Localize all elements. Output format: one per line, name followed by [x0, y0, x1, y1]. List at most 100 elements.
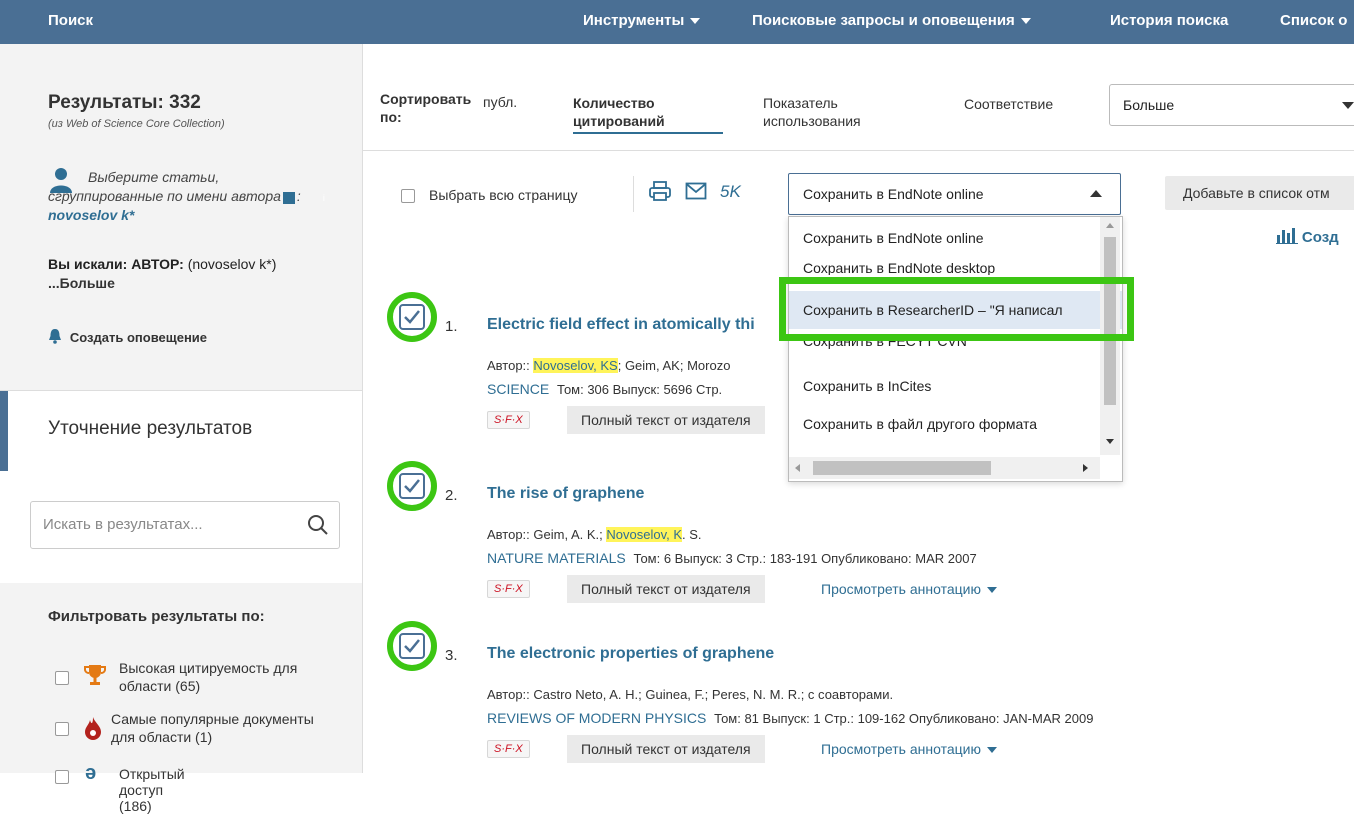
sort-option-pub[interactable]: публ.	[483, 94, 517, 110]
top-navigation-bar: Поиск Инструменты Поисковые запросы и оп…	[0, 0, 1354, 44]
result-source: SCIENCE Том: 306 Выпуск: 5696 Стр.	[487, 381, 722, 397]
sort-option-relevance[interactable]: Соответствие	[964, 96, 1053, 112]
scrollbar-thumb[interactable]	[813, 461, 991, 475]
results-count: Результаты: 332	[48, 92, 201, 113]
nav-queries-alerts[interactable]: Поисковые запросы и оповещения	[752, 12, 1031, 29]
results-content: Сортировать по: публ. Количество цитиров…	[363, 44, 1354, 773]
checkmark-icon	[404, 639, 420, 653]
flame-icon	[85, 717, 101, 740]
highlight-box	[779, 277, 1134, 341]
create-alert-link[interactable]: Создать оповещение	[48, 328, 207, 345]
sort-option-usage[interactable]: Показатель использования	[763, 94, 913, 130]
scroll-up-icon[interactable]	[1106, 223, 1114, 228]
author-highlight[interactable]: Novoselov, K	[606, 527, 683, 542]
save-select-value: Сохранить в EndNote online	[803, 186, 984, 202]
result-title[interactable]: The rise of graphene	[487, 485, 644, 503]
trophy-icon	[84, 665, 106, 685]
view-abstract-link[interactable]: Просмотреть аннотацию	[821, 581, 997, 597]
sfx-button[interactable]: S·F·X	[487, 739, 530, 758]
result-checkbox-checked[interactable]	[399, 473, 425, 499]
nav-tools-label: Инструменты	[583, 12, 685, 29]
email-icon[interactable]	[685, 182, 707, 200]
source-meta: Том: 306 Выпуск: 5696 Стр.	[557, 382, 723, 397]
journal-link[interactable]: REVIEWS OF MODERN PHYSICS	[487, 710, 706, 726]
save-option-other-format[interactable]: Сохранить в файл другого формата	[789, 405, 1122, 443]
authors-prefix: Автор:: Geim, A. K.;	[487, 527, 603, 542]
result-number: 2.	[445, 487, 458, 504]
print-icon[interactable]	[648, 180, 672, 202]
create-citation-report-link[interactable]: Созд	[1276, 226, 1339, 246]
authors-rest: . S.	[682, 527, 702, 542]
chevron-down-icon	[986, 587, 997, 594]
nav-tools[interactable]: Инструменты	[583, 12, 701, 29]
searched-label: Вы искали: АВТОР:	[48, 256, 184, 272]
filter-label: Открытый доступ (186)	[119, 766, 185, 814]
nav-marked-list[interactable]: Список о	[1280, 12, 1347, 29]
export-count-5k[interactable]: 5K	[720, 182, 741, 202]
results-source: (из Web of Science Core Collection)	[48, 118, 225, 130]
filter-label: Высокая цитируемость для области (65)	[119, 660, 298, 694]
save-option-incites[interactable]: Сохранить в InCites	[789, 367, 1122, 405]
bar-chart-icon	[1276, 228, 1298, 244]
sfx-icon: S·F·X	[487, 411, 530, 429]
full-text-button[interactable]: Полный текст от издателя	[567, 735, 765, 763]
select-all-checkbox[interactable]	[401, 189, 415, 203]
author-grouping-hint: Выберите статьи, сгруппированные по имен…	[48, 169, 325, 223]
filter-checkbox[interactable]	[55, 722, 69, 736]
sort-option-citations[interactable]: Количество цитирований	[573, 94, 723, 134]
result-title[interactable]: Electric field effect in atomically thi	[487, 316, 755, 334]
save-option-endnote-desktop[interactable]: Сохранить в EndNote desktop	[789, 255, 1122, 275]
result-title[interactable]: The electronic properties of graphene	[487, 645, 774, 663]
result-authors: Автор:: Geim, A. K.; Novoselov, K. S.	[487, 527, 702, 542]
filter-checkbox[interactable]	[55, 770, 69, 784]
chevron-down-icon	[690, 18, 701, 25]
view-abstract-link[interactable]: Просмотреть аннотацию	[821, 741, 997, 757]
dropdown-horizontal-scrollbar[interactable]	[789, 457, 1100, 479]
create-alert-label: Создать оповещение	[69, 330, 208, 345]
add-to-marked-list-button[interactable]: Добавьте в список отм	[1165, 176, 1354, 210]
bell-icon	[49, 329, 61, 344]
author-highlight[interactable]: Novoselov, KS	[533, 358, 618, 373]
full-text-button[interactable]: Полный текст от издателя	[567, 575, 765, 603]
refine-panel-header: Уточнение результатов	[0, 390, 362, 472]
chevron-down-icon	[1020, 18, 1031, 25]
chevron-down-icon	[1342, 102, 1354, 109]
result-checkbox-checked[interactable]	[399, 633, 425, 659]
nav-history[interactable]: История поиска	[1110, 12, 1228, 29]
search-in-results-input[interactable]: Искать в результатах...	[30, 501, 340, 549]
author-name-link[interactable]: novoselov k*	[48, 207, 134, 223]
journal-link[interactable]: NATURE MATERIALS	[487, 550, 626, 566]
filter-checkbox[interactable]	[55, 671, 69, 685]
result-number: 1.	[445, 318, 458, 335]
refine-title: Уточнение результатов	[48, 418, 253, 439]
filter-label: Самые популярные документы для области (…	[111, 711, 314, 745]
source-meta: Том: 6 Выпуск: 3 Стр.: 183-191 Опубликов…	[633, 551, 977, 566]
sort-more-select[interactable]: Больше	[1109, 84, 1354, 126]
sfx-icon: S·F·X	[487, 580, 530, 598]
searched-query: Вы искали: АВТОР: (novoselov k*)	[48, 254, 348, 274]
result-number: 3.	[445, 647, 458, 664]
full-text-button[interactable]: Полный текст от издателя	[567, 406, 765, 434]
checkmark-icon	[404, 479, 420, 493]
nav-search[interactable]: Поиск	[48, 12, 93, 29]
create-report-label: Созд	[1301, 229, 1339, 246]
save-to-select[interactable]: Сохранить в EndNote online	[788, 173, 1121, 215]
view-abstract-label: Просмотреть аннотацию	[821, 741, 981, 757]
sort-bar: Сортировать по: публ. Количество цитиров…	[363, 44, 1354, 151]
refine-accent-bar	[0, 391, 8, 471]
result-item: 2. The rise of graphene Автор:: Geim, A.…	[363, 461, 1354, 623]
sfx-button[interactable]: S·F·X	[487, 579, 530, 598]
save-option-endnote-online[interactable]: Сохранить в EndNote online	[789, 219, 1122, 257]
sfx-button[interactable]: S·F·X	[487, 410, 530, 429]
journal-link[interactable]: SCIENCE	[487, 381, 549, 397]
source-meta: Том: 81 Выпуск: 1 Стр.: 109-162 Опублико…	[714, 711, 1094, 726]
search-placeholder: Искать в результатах...	[43, 516, 203, 533]
refine-search-area: Искать в результатах...	[0, 471, 362, 583]
scroll-down-icon[interactable]	[1106, 439, 1114, 444]
save-options-dropdown: Сохранить в EndNote online Сохранить в E…	[788, 216, 1123, 482]
more-link[interactable]: ...Больше	[48, 275, 115, 291]
scroll-left-icon[interactable]	[795, 464, 800, 472]
scroll-right-icon[interactable]	[1083, 464, 1088, 472]
info-icon[interactable]: i	[282, 192, 325, 204]
result-checkbox-checked[interactable]	[399, 304, 425, 330]
